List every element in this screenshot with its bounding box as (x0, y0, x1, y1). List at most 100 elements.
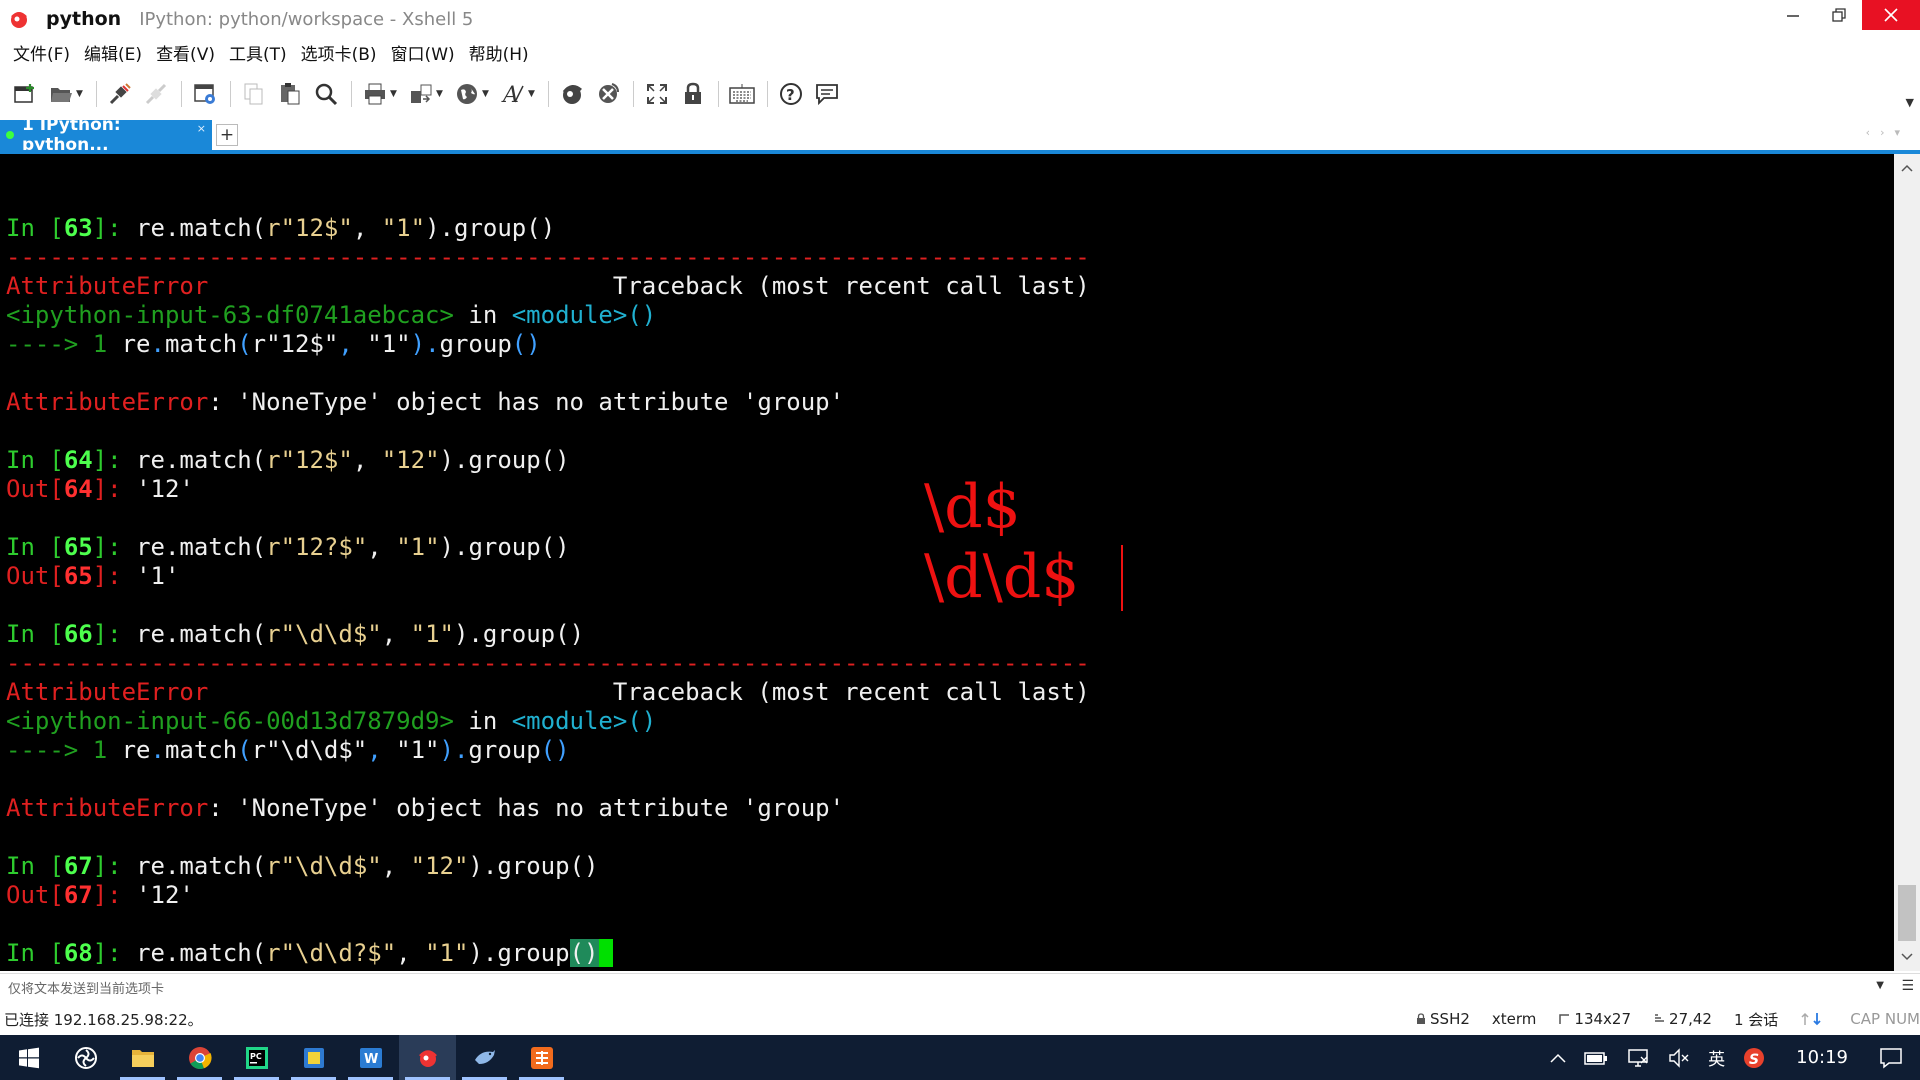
status-bar: 已连接 192.168.25.98:22。 SSH2 xterm 134x27 … (0, 1003, 1920, 1035)
close-button[interactable] (1862, 0, 1920, 30)
menu-window[interactable]: 窗口(W) (384, 40, 462, 70)
clock[interactable]: 10:19 (1774, 1035, 1870, 1080)
terminal-text: In (6, 939, 50, 967)
action-center-icon[interactable] (1870, 1035, 1912, 1080)
compose-bar-text[interactable]: 仅将文本发送到当前选项卡 (8, 978, 164, 997)
font-icon[interactable]: A ▼ (496, 78, 540, 110)
help-icon[interactable]: ? (774, 78, 808, 110)
menu-view[interactable]: 查看(V) (149, 40, 222, 70)
terminal-text: . (150, 736, 165, 764)
transfer-icon[interactable]: ▼ (404, 78, 448, 110)
network-icon[interactable] (1617, 1035, 1659, 1080)
minimize-button[interactable] (1770, 0, 1816, 30)
new-tab-button[interactable]: + (216, 124, 238, 146)
lock-icon[interactable] (676, 78, 710, 110)
chat-icon[interactable] (810, 78, 844, 110)
battery-icon[interactable] (1575, 1035, 1617, 1080)
windows-start-icon[interactable] (0, 1035, 57, 1080)
terminal-line: In [67]: re.match(r"\d\d$", "12").group(… (6, 852, 1090, 881)
show-desktop-button[interactable] (1912, 1035, 1920, 1080)
fullscreen-icon[interactable] (640, 78, 674, 110)
terminal-line: In [64]: re.match(r"12$", "12").group() (6, 446, 1090, 475)
terminal-text: , (381, 852, 411, 880)
terminal-size-label: 134x27 (1574, 1010, 1632, 1028)
disconnect-icon[interactable] (139, 78, 173, 110)
properties-icon[interactable] (188, 78, 222, 110)
bird-app-icon[interactable] (456, 1035, 513, 1080)
terminal-text: In (6, 852, 50, 880)
terminal-text: group (468, 736, 541, 764)
menu-tabs[interactable]: 选项卡(B) (294, 40, 384, 70)
terminal-text: re.match( (136, 620, 267, 648)
system-tray: 英 S 10:19 (1541, 1035, 1920, 1080)
terminal-text: 67 (63, 881, 93, 909)
terminal-text: AttributeError (6, 388, 209, 416)
scrollbar-thumb[interactable] (1898, 885, 1916, 941)
file-explorer-icon[interactable] (114, 1035, 171, 1080)
chrome-icon[interactable] (171, 1035, 228, 1080)
terminal-text: "1" (410, 620, 454, 648)
scroll-down-icon[interactable] (1894, 945, 1920, 969)
menu-file[interactable]: 文件(F) (6, 40, 77, 70)
volume-muted-icon[interactable] (1659, 1035, 1699, 1080)
menu-help[interactable]: 帮助(H) (462, 40, 536, 70)
tab-session-1[interactable]: 1 IPython: python... × (0, 115, 212, 155)
tray-expand-icon[interactable] (1541, 1035, 1575, 1080)
terminal-type: xterm (1491, 1010, 1537, 1028)
compose-bar[interactable]: 仅将文本发送到当前选项卡 ▼ ☰ (0, 973, 1920, 1001)
scroll-up-icon[interactable] (1894, 156, 1920, 180)
terminal-text: ( (237, 736, 252, 764)
word-icon[interactable]: W (342, 1035, 399, 1080)
terminal-text: "12" (410, 852, 469, 880)
terminal-text: 64 (63, 475, 93, 503)
paste-icon[interactable] (273, 78, 307, 110)
pinwheel-app-icon[interactable] (57, 1035, 114, 1080)
caps-num-indicator: CAP NUM (1850, 1010, 1920, 1028)
terminal-text: ).group (468, 939, 570, 967)
terminal-text: Traceback (most recent call last) (208, 272, 1090, 300)
orange-app-icon[interactable] (513, 1035, 570, 1080)
transfer-arrows-icon (1800, 1012, 1828, 1026)
terminal-text: ).group() (468, 852, 599, 880)
restore-button[interactable] (1816, 0, 1862, 30)
terminal-text: 67 (63, 852, 93, 880)
notes-app-icon[interactable] (285, 1035, 342, 1080)
globe-icon[interactable]: ▼ (450, 78, 494, 110)
sogou-input-icon[interactable]: S (1734, 1035, 1774, 1080)
pycharm-icon[interactable]: PC (228, 1035, 285, 1080)
chevron-down-icon[interactable]: ▼ (1876, 980, 1884, 991)
connect-icon[interactable] (103, 78, 137, 110)
keyboard-icon[interactable] (725, 78, 759, 110)
new-session-icon[interactable] (8, 78, 42, 110)
menu-bar: 文件(F) 编辑(E) 查看(V) 工具(T) 选项卡(B) 窗口(W) 帮助(… (0, 40, 536, 70)
terminal-text: re.match( (136, 446, 267, 474)
tab-scroll-icons[interactable]: ‹›▾ (1866, 126, 1910, 139)
terminal-text: ]: (92, 475, 137, 503)
terminal-scrollbar[interactable] (1894, 154, 1920, 971)
terminal-text: 63 (63, 214, 93, 242)
terminal-text: <ipython-input-66-00d13d7879d9> (6, 707, 454, 735)
terminal-text: "1" (396, 736, 440, 764)
copy-icon[interactable] (237, 78, 271, 110)
menu-tools[interactable]: 工具(T) (222, 40, 294, 70)
open-folder-icon[interactable]: ▼ (44, 78, 88, 110)
terminal-text: () (540, 736, 570, 764)
terminal-text: ----> 1 (6, 330, 122, 358)
menu-lines-icon[interactable]: ☰ (1901, 978, 1914, 994)
print-icon[interactable]: ▼ (358, 78, 402, 110)
ime-indicator[interactable]: 英 (1699, 1035, 1734, 1080)
menu-edit[interactable]: 编辑(E) (77, 40, 149, 70)
terminal-text: "1" (425, 939, 469, 967)
terminal-text: ( (237, 330, 252, 358)
toolbar-separator (718, 81, 719, 107)
find-icon[interactable] (309, 78, 343, 110)
xmanager-icon[interactable] (591, 78, 625, 110)
terminal-line: <ipython-input-63-df0741aebcac> in <modu… (6, 301, 1090, 330)
terminal-text: match (164, 330, 238, 358)
terminal-line: ----> 1 re.match(r"12$", "1").group() (6, 330, 1090, 359)
terminal-text: ]: (92, 533, 137, 561)
toolbar-overflow-icon[interactable]: ▼ (1906, 96, 1914, 109)
tab-close-icon[interactable]: × (197, 122, 206, 135)
xshell-icon[interactable] (399, 1035, 456, 1080)
xftp-icon[interactable] (555, 78, 589, 110)
